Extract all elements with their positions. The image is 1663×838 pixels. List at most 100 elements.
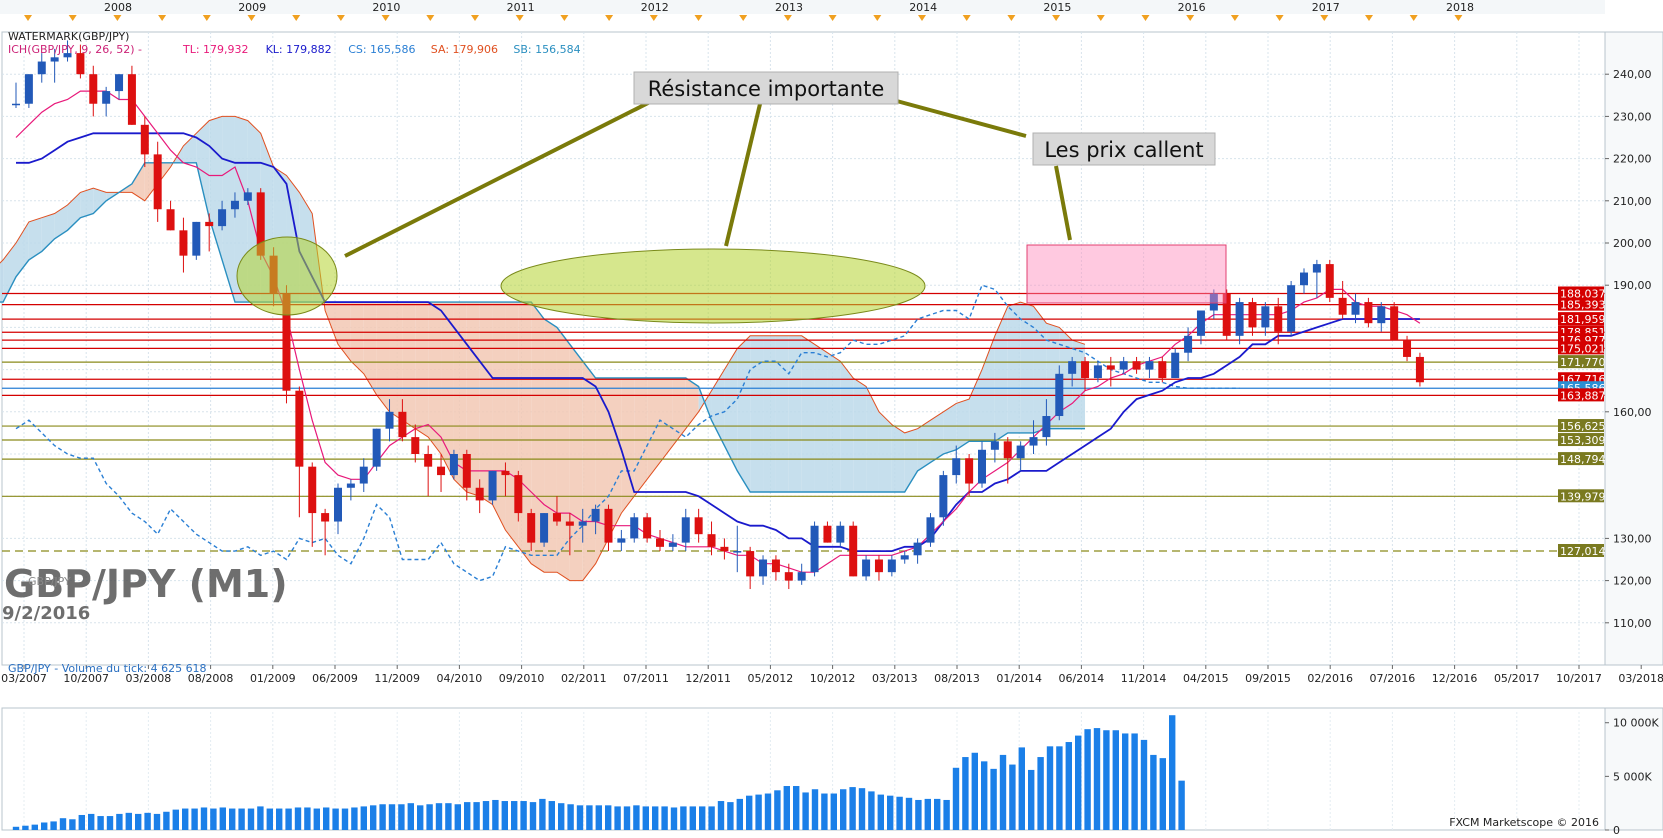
y-tick-label: 130,00 — [1613, 532, 1652, 545]
candle-body — [1287, 285, 1296, 332]
x-tick-label: 09/2015 — [1245, 672, 1291, 685]
volume-bar — [943, 799, 950, 830]
kumo-segment — [1033, 306, 1047, 433]
y-tick-label: 200,00 — [1613, 237, 1652, 250]
candle-body — [205, 221, 214, 227]
watermark-subtitle: GBP/JPY — [28, 575, 71, 588]
candle-body — [668, 542, 677, 547]
volume-bar — [97, 816, 104, 830]
volume-bar — [511, 801, 518, 830]
kumo-segment — [827, 352, 841, 492]
kumo-segment — [415, 302, 429, 438]
volume-bar — [144, 812, 151, 830]
volume-bar — [605, 805, 612, 830]
kumo-segment — [763, 335, 776, 492]
candle-body — [733, 551, 742, 553]
volume-bar — [1093, 728, 1101, 830]
price-level-value: 139,979 — [1560, 490, 1606, 503]
year-marker-triangle — [292, 15, 301, 21]
kumo-segment — [556, 327, 570, 581]
volume-bar — [924, 798, 931, 830]
candle-body — [862, 559, 871, 577]
candle-body — [1068, 361, 1077, 374]
volume-bar — [445, 803, 452, 830]
candle-body — [900, 555, 909, 560]
year-marker-triangle — [24, 15, 32, 21]
candle-body — [617, 538, 626, 543]
volume-bar — [1046, 746, 1054, 830]
candle-body — [797, 572, 806, 581]
year-marker-triangle — [1230, 15, 1239, 21]
candle-body — [76, 53, 85, 75]
kumo-segment — [1020, 302, 1034, 433]
highlight-ellipse-2009 — [236, 236, 338, 316]
volume-bar — [153, 813, 161, 830]
candle-body — [849, 525, 858, 577]
volume-bar — [135, 813, 142, 830]
price-level-value: 185,393 — [1560, 299, 1606, 312]
volume-bar — [50, 821, 57, 830]
x-tick-label: 04/2010 — [437, 672, 483, 685]
volume-bar — [351, 807, 358, 830]
volume-y-tick-label: 0 — [1613, 824, 1620, 837]
year-marker-triangle — [1320, 15, 1329, 21]
volume-bar — [370, 805, 377, 830]
year-marker-triangle — [247, 15, 256, 21]
volume-bar — [1056, 746, 1063, 830]
price-level-value: 171,770 — [1560, 356, 1606, 369]
candle-body — [681, 517, 690, 543]
indicator-legend-item: TL: 179,932 — [182, 43, 249, 56]
volume-bar — [774, 790, 781, 830]
year-marker-triangle — [649, 15, 658, 21]
candle-body — [1003, 441, 1012, 459]
candle-body — [50, 57, 59, 62]
volume-bar — [1131, 733, 1138, 830]
y-tick-label: 230,00 — [1613, 110, 1652, 123]
year-label: 2014 — [909, 1, 937, 14]
x-tick-label: 12/2011 — [685, 672, 731, 685]
price-level-value: 148,794 — [1560, 453, 1606, 466]
kumo-segment — [441, 302, 454, 480]
candle-body — [24, 74, 33, 104]
x-tick-label: 09/2010 — [499, 672, 545, 685]
volume-bar — [717, 801, 725, 830]
candle-body — [784, 572, 793, 581]
candle-body — [514, 475, 523, 514]
volume-bar — [323, 807, 330, 830]
candle-body — [759, 559, 768, 577]
year-label: 2012 — [641, 1, 669, 14]
volume-bar — [877, 794, 884, 830]
annotation-resistance-label: Résistance importante — [648, 77, 885, 101]
candle-body — [952, 458, 961, 476]
candle-body — [810, 525, 819, 573]
x-tick-label: 07/2016 — [1370, 672, 1416, 685]
candle-body — [1248, 302, 1257, 328]
candle-body — [939, 475, 948, 518]
x-tick-label: 10/2012 — [810, 672, 856, 685]
candle-body — [308, 466, 317, 514]
candle-body — [1390, 306, 1399, 341]
x-tick-label: 07/2011 — [623, 672, 669, 685]
year-marker-triangle — [605, 15, 614, 21]
volume-bar — [1028, 769, 1035, 830]
candle-body — [771, 559, 780, 573]
candle-body — [540, 513, 549, 543]
kumo-segment — [878, 411, 892, 492]
candle-body — [89, 74, 98, 104]
volume-bar — [247, 808, 255, 830]
volume-bar — [125, 812, 132, 830]
candle-body — [694, 517, 703, 535]
volume-bar — [896, 796, 903, 830]
candle-body — [965, 458, 974, 484]
x-tick-label: 05/2012 — [748, 672, 794, 685]
volume-bar — [464, 802, 471, 830]
candle-body — [127, 74, 136, 125]
year-marker-triangle — [1186, 15, 1195, 21]
volume-bar — [219, 807, 226, 830]
year-marker-triangle — [783, 15, 792, 21]
candle-body — [1403, 340, 1412, 357]
candle-body — [346, 483, 355, 488]
volume-bar — [1103, 730, 1110, 830]
price-level-value: 175,021 — [1560, 342, 1606, 355]
volume-bar — [905, 797, 913, 830]
